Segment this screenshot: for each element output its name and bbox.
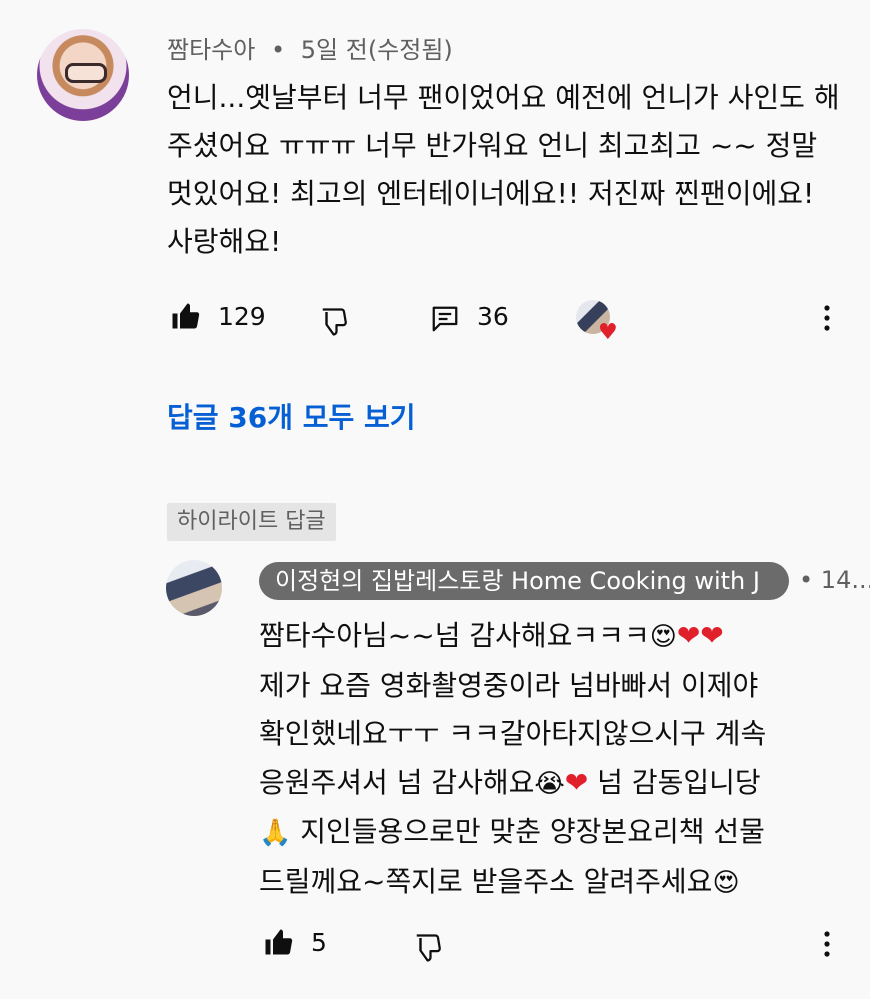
more-vert-icon — [824, 931, 830, 957]
crying-emoji: 😭 — [534, 768, 565, 799]
reply-time: 14... — [820, 566, 870, 594]
highlighted-reply-badge: 하이라이트 답글 — [167, 503, 336, 541]
thumbs-down-icon — [416, 934, 441, 962]
reply-dislike-button[interactable] — [412, 933, 444, 967]
reply-line: 🙏 지인들용으로만 맞춘 양장본요리책 선물 — [259, 815, 765, 848]
comment-author[interactable]: 짬타수아 — [167, 36, 255, 64]
red-heart-icon: ❤ — [564, 765, 589, 799]
view-replies-link[interactable]: 답글 36개 모두 보기 — [167, 396, 416, 436]
reply-like-count: 5 — [311, 928, 327, 957]
reply-text: 짬타수아님~~넘 감사해요ㅋㅋㅋ😍❤❤ 제가 요즘 영화촬영중이라 넘바빠서 이… — [259, 612, 829, 907]
comment-text: 언니...옛날부터 너무 팬이었어요 예전에 언니가 사인도 해주셨어요 ㅠㅠㅠ… — [167, 81, 840, 258]
creator-heart: ♥ — [576, 300, 624, 348]
heart-icon: ♥ — [598, 320, 618, 345]
reply-more-options-button[interactable] — [815, 929, 839, 963]
reply-author-avatar[interactable] — [166, 560, 222, 616]
commenter-avatar[interactable] — [37, 29, 129, 121]
thumbs-up-icon — [265, 929, 293, 955]
reply-meta: • 14... — [799, 566, 870, 594]
comment-icon — [432, 306, 458, 332]
reply-line: 응원주셔서 넘 감사해요😭❤ 넘 감동입니당 — [259, 765, 761, 799]
dislike-button[interactable] — [318, 307, 350, 341]
reply-author-chip[interactable]: 이정현의 집밥레스토랑 Home Cooking with J — [259, 562, 789, 600]
like-button[interactable] — [169, 301, 201, 335]
comment-time: 5일 전(수정됨) — [300, 36, 453, 64]
heart-eyes-emoji: 😍 — [712, 867, 740, 898]
reply-count: 36 — [477, 302, 509, 331]
red-heart-icon: ❤❤ — [676, 619, 724, 652]
reply-separator: • — [799, 566, 814, 594]
more-options-button[interactable] — [815, 303, 839, 337]
reply-like-button[interactable] — [262, 927, 294, 961]
folded-hands-emoji: 🙏 — [259, 818, 292, 848]
more-vert-icon — [824, 305, 830, 331]
thumbs-down-icon — [322, 308, 347, 336]
reply-line: 짬타수아님~~넘 감사해요ㅋㅋㅋ😍❤❤ — [259, 619, 724, 652]
comment-header: 짬타수아 • 5일 전(수정됨) — [167, 30, 453, 65]
heart-eyes-emoji: 😍 — [649, 622, 677, 652]
thumbs-up-icon — [172, 303, 200, 329]
reply-line: 제가 요즘 영화촬영중이라 넘바빠서 이제야 — [259, 668, 759, 702]
reply-line: 확인했네요ㅜㅜ ㅋㅋ갈아타지않으시구 계속 — [259, 717, 767, 750]
reply-button[interactable] — [430, 303, 460, 339]
reply-line: 드릴께요~쪽지로 받을주소 알려주세요😍 — [259, 864, 740, 898]
like-count: 129 — [218, 302, 266, 331]
header-separator: • — [270, 36, 286, 64]
